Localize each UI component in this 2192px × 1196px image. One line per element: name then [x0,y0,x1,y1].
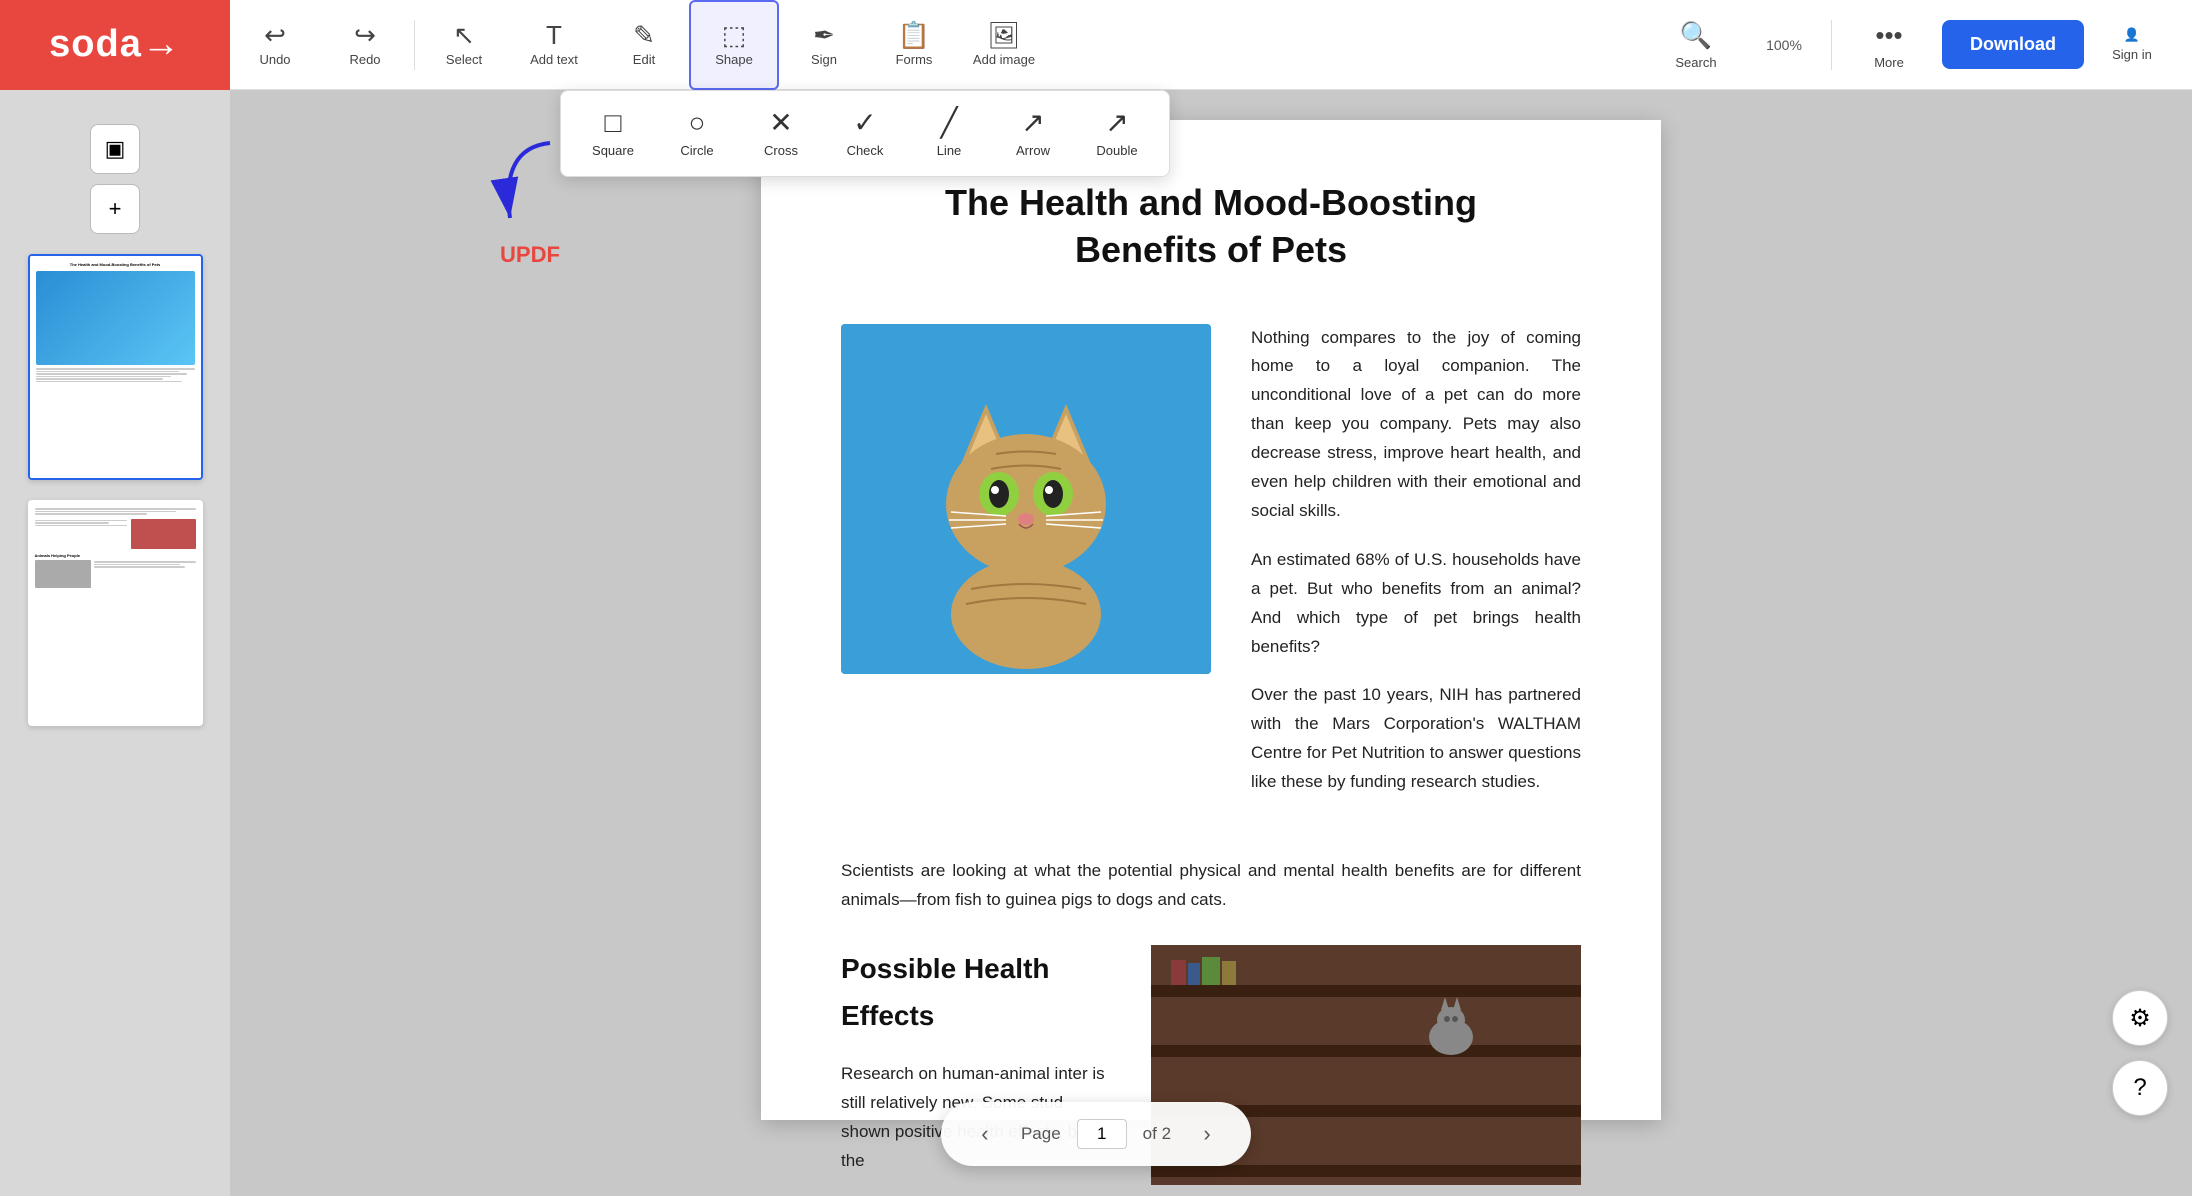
page-thumbnail-1[interactable]: The Health and Mood-Boosting Benefits of… [28,254,203,480]
page-number-input[interactable] [1077,1119,1127,1149]
question-icon: ? [2133,1074,2146,1102]
cat-svg [841,324,1211,674]
separator-1 [414,20,415,70]
search-button[interactable]: 🔍 Search [1651,0,1741,90]
image-icon: 🖼 [987,22,1020,48]
prev-page-button[interactable]: ‹ [965,1114,1005,1154]
line-icon: ╱ [941,109,958,137]
add-page-button[interactable]: + [90,184,140,234]
shape-arrow-button[interactable]: ↗ Arrow [993,99,1073,168]
sidebar: ▣ + The Health and Mood-Boosting Benefit… [0,90,230,1196]
forms-icon: 📋 [898,22,930,48]
check-icon: ✓ [853,109,876,137]
updf-tooltip: UPDF [490,138,570,268]
shape-button[interactable]: ⬚ Shape [689,0,779,90]
help-button[interactable]: ? [2112,1060,2168,1116]
page-thumbnail-2[interactable]: Animals Helping People [28,500,203,726]
more-icon: ••• [1875,20,1902,51]
gear-icon: ⚙ [2129,1004,2151,1033]
prev-icon: ‹ [981,1121,988,1147]
thumb-content-2: Animals Helping People [30,502,201,724]
main-area: ▣ + The Health and Mood-Boosting Benefit… [0,90,2192,1196]
cross-icon: ✕ [769,109,792,137]
settings-button[interactable]: ⚙ [2112,990,2168,1046]
shape-line-button[interactable]: ╱ Line [909,99,989,168]
pdf-text-block: Nothing compares to the joy of coming ho… [1251,324,1581,817]
right-side-buttons: ⚙ ? [2112,990,2168,1116]
double-arrow-icon: ↗ [1105,109,1128,137]
shape-double-button[interactable]: ↗ Double [1077,99,1157,168]
text-icon: T [546,22,562,48]
redo-icon: ↪ [354,22,376,48]
updf-label: UPDF [500,242,560,268]
tooltip-arrow-svg [490,138,570,238]
shape-circle-button[interactable]: ○ Circle [657,99,737,168]
select-button[interactable]: ↖ Select [419,0,509,90]
arrow-icon: ↗ [1021,109,1044,137]
search-icon: 🔍 [1680,20,1712,51]
plus-icon: + [109,196,122,222]
separator-2 [1831,20,1832,70]
total-pages-text: of 2 [1143,1124,1171,1144]
shape-icon: ⬚ [722,22,747,48]
sign-button[interactable]: ✒ Sign [779,0,869,90]
thumb-cat-img [36,271,195,366]
download-button[interactable]: Download [1942,20,2084,69]
pdf-title: The Health and Mood-BoostingBenefits of … [841,180,1581,274]
panel-icon: ▣ [105,136,126,162]
signin-button[interactable]: 👤 Sign in [2092,0,2172,90]
circle-icon: ○ [689,109,706,137]
undo-button[interactable]: ↩ Undo [230,0,320,90]
next-page-button[interactable]: › [1187,1114,1227,1154]
forms-button[interactable]: 📋 Forms [869,0,959,90]
next-icon: › [1203,1121,1210,1147]
pdf-scientists-text: Scientists are looking at what the poten… [841,857,1581,915]
toolbar-left-group: ↩ Undo ↪ Redo ↖ Select T Add text ✎ Edit… [230,0,1049,90]
sidebar-panels: ▣ + [90,110,140,234]
sign-icon: ✒ [813,22,835,48]
pdf-content-row: Nothing compares to the joy of coming ho… [841,324,1581,817]
zoom-indicator: 100% [1749,0,1819,90]
more-button[interactable]: ••• More [1844,0,1934,90]
redo-button[interactable]: ↪ Redo [320,0,410,90]
logo-area[interactable]: soda→ [0,0,230,90]
cat-image [841,324,1211,674]
shape-toolbar-popup: □ Square ○ Circle ✕ Cross ✓ Check ╱ Line… [560,90,1170,177]
shape-check-button[interactable]: ✓ Check [825,99,905,168]
panel-toggle-button[interactable]: ▣ [90,124,140,174]
thumb-content-1: The Health and Mood-Boosting Benefits of… [30,256,201,478]
pdf-section-title: Possible Health Effects [841,945,1111,1040]
shape-square-button[interactable]: □ Square [573,99,653,168]
square-icon: □ [605,109,622,137]
edit-button[interactable]: ✎ Edit [599,0,689,90]
shape-cross-button[interactable]: ✕ Cross [741,99,821,168]
pdf-page: The Health and Mood-BoostingBenefits of … [761,120,1661,1120]
logo-text: soda→ [49,23,181,66]
add-image-button[interactable]: 🖼 Add image [959,0,1049,90]
user-icon: 👤 [2124,27,2140,43]
undo-icon: ↩ [264,22,286,48]
pencil-icon: ✎ [633,22,655,48]
toolbar-right-group: 🔍 Search 100% ••• More Download 👤 Sign i… [1651,0,2192,90]
page-nav: ‹ Page of 2 › [941,1102,1251,1166]
add-text-button[interactable]: T Add text [509,0,599,90]
cursor-icon: ↖ [453,22,475,48]
toolbar: soda→ ↩ Undo ↪ Redo ↖ Select T Add text … [0,0,2192,90]
page-label-text: Page [1021,1124,1061,1144]
